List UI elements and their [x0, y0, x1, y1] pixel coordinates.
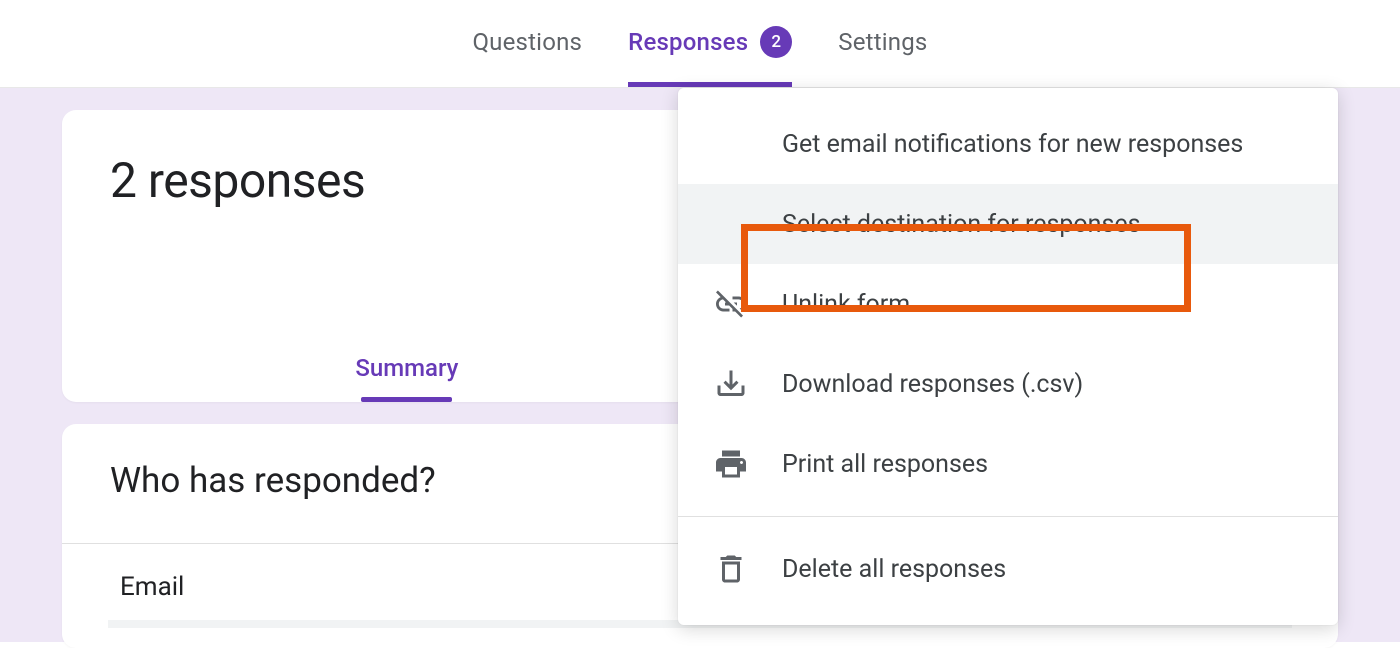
- menu-divider: [678, 516, 1338, 517]
- tab-settings-label: Settings: [838, 28, 927, 56]
- tab-responses-label: Responses: [628, 28, 748, 56]
- menu-item-delete-all-label: Delete all responses: [782, 555, 1006, 584]
- menu-item-email-notifications[interactable]: Get email notifications for new response…: [678, 104, 1338, 184]
- menu-item-print-all[interactable]: Print all responses: [678, 424, 1338, 504]
- form-top-tabs: Questions Responses 2 Settings: [0, 0, 1400, 88]
- unlink-icon: [706, 286, 756, 322]
- tab-settings[interactable]: Settings: [838, 2, 927, 85]
- responses-overflow-menu: Get email notifications for new response…: [678, 88, 1338, 625]
- inner-tab-summary-label: Summary: [355, 354, 458, 382]
- menu-item-print-all-label: Print all responses: [782, 450, 988, 479]
- menu-item-select-destination[interactable]: Select destination for responses: [678, 184, 1338, 264]
- menu-item-email-notifications-label: Get email notifications for new response…: [782, 130, 1243, 159]
- trash-icon: [706, 551, 756, 587]
- responses-count-badge: 2: [760, 26, 792, 58]
- tab-responses[interactable]: Responses 2: [628, 0, 792, 87]
- content-area: 2 responses Summary Question Who has res…: [0, 88, 1400, 642]
- menu-item-select-destination-label: Select destination for responses: [782, 210, 1141, 239]
- menu-item-delete-all[interactable]: Delete all responses: [678, 529, 1338, 609]
- menu-item-unlink-form-label: Unlink form: [782, 290, 910, 319]
- download-icon: [706, 366, 756, 402]
- tab-questions-label: Questions: [472, 28, 582, 56]
- menu-item-unlink-form[interactable]: Unlink form: [678, 264, 1338, 344]
- inner-tab-summary[interactable]: Summary: [347, 354, 466, 396]
- menu-item-download-csv-label: Download responses (.csv): [782, 370, 1083, 399]
- print-icon: [706, 446, 756, 482]
- menu-item-download-csv[interactable]: Download responses (.csv): [678, 344, 1338, 424]
- tab-questions[interactable]: Questions: [472, 2, 582, 85]
